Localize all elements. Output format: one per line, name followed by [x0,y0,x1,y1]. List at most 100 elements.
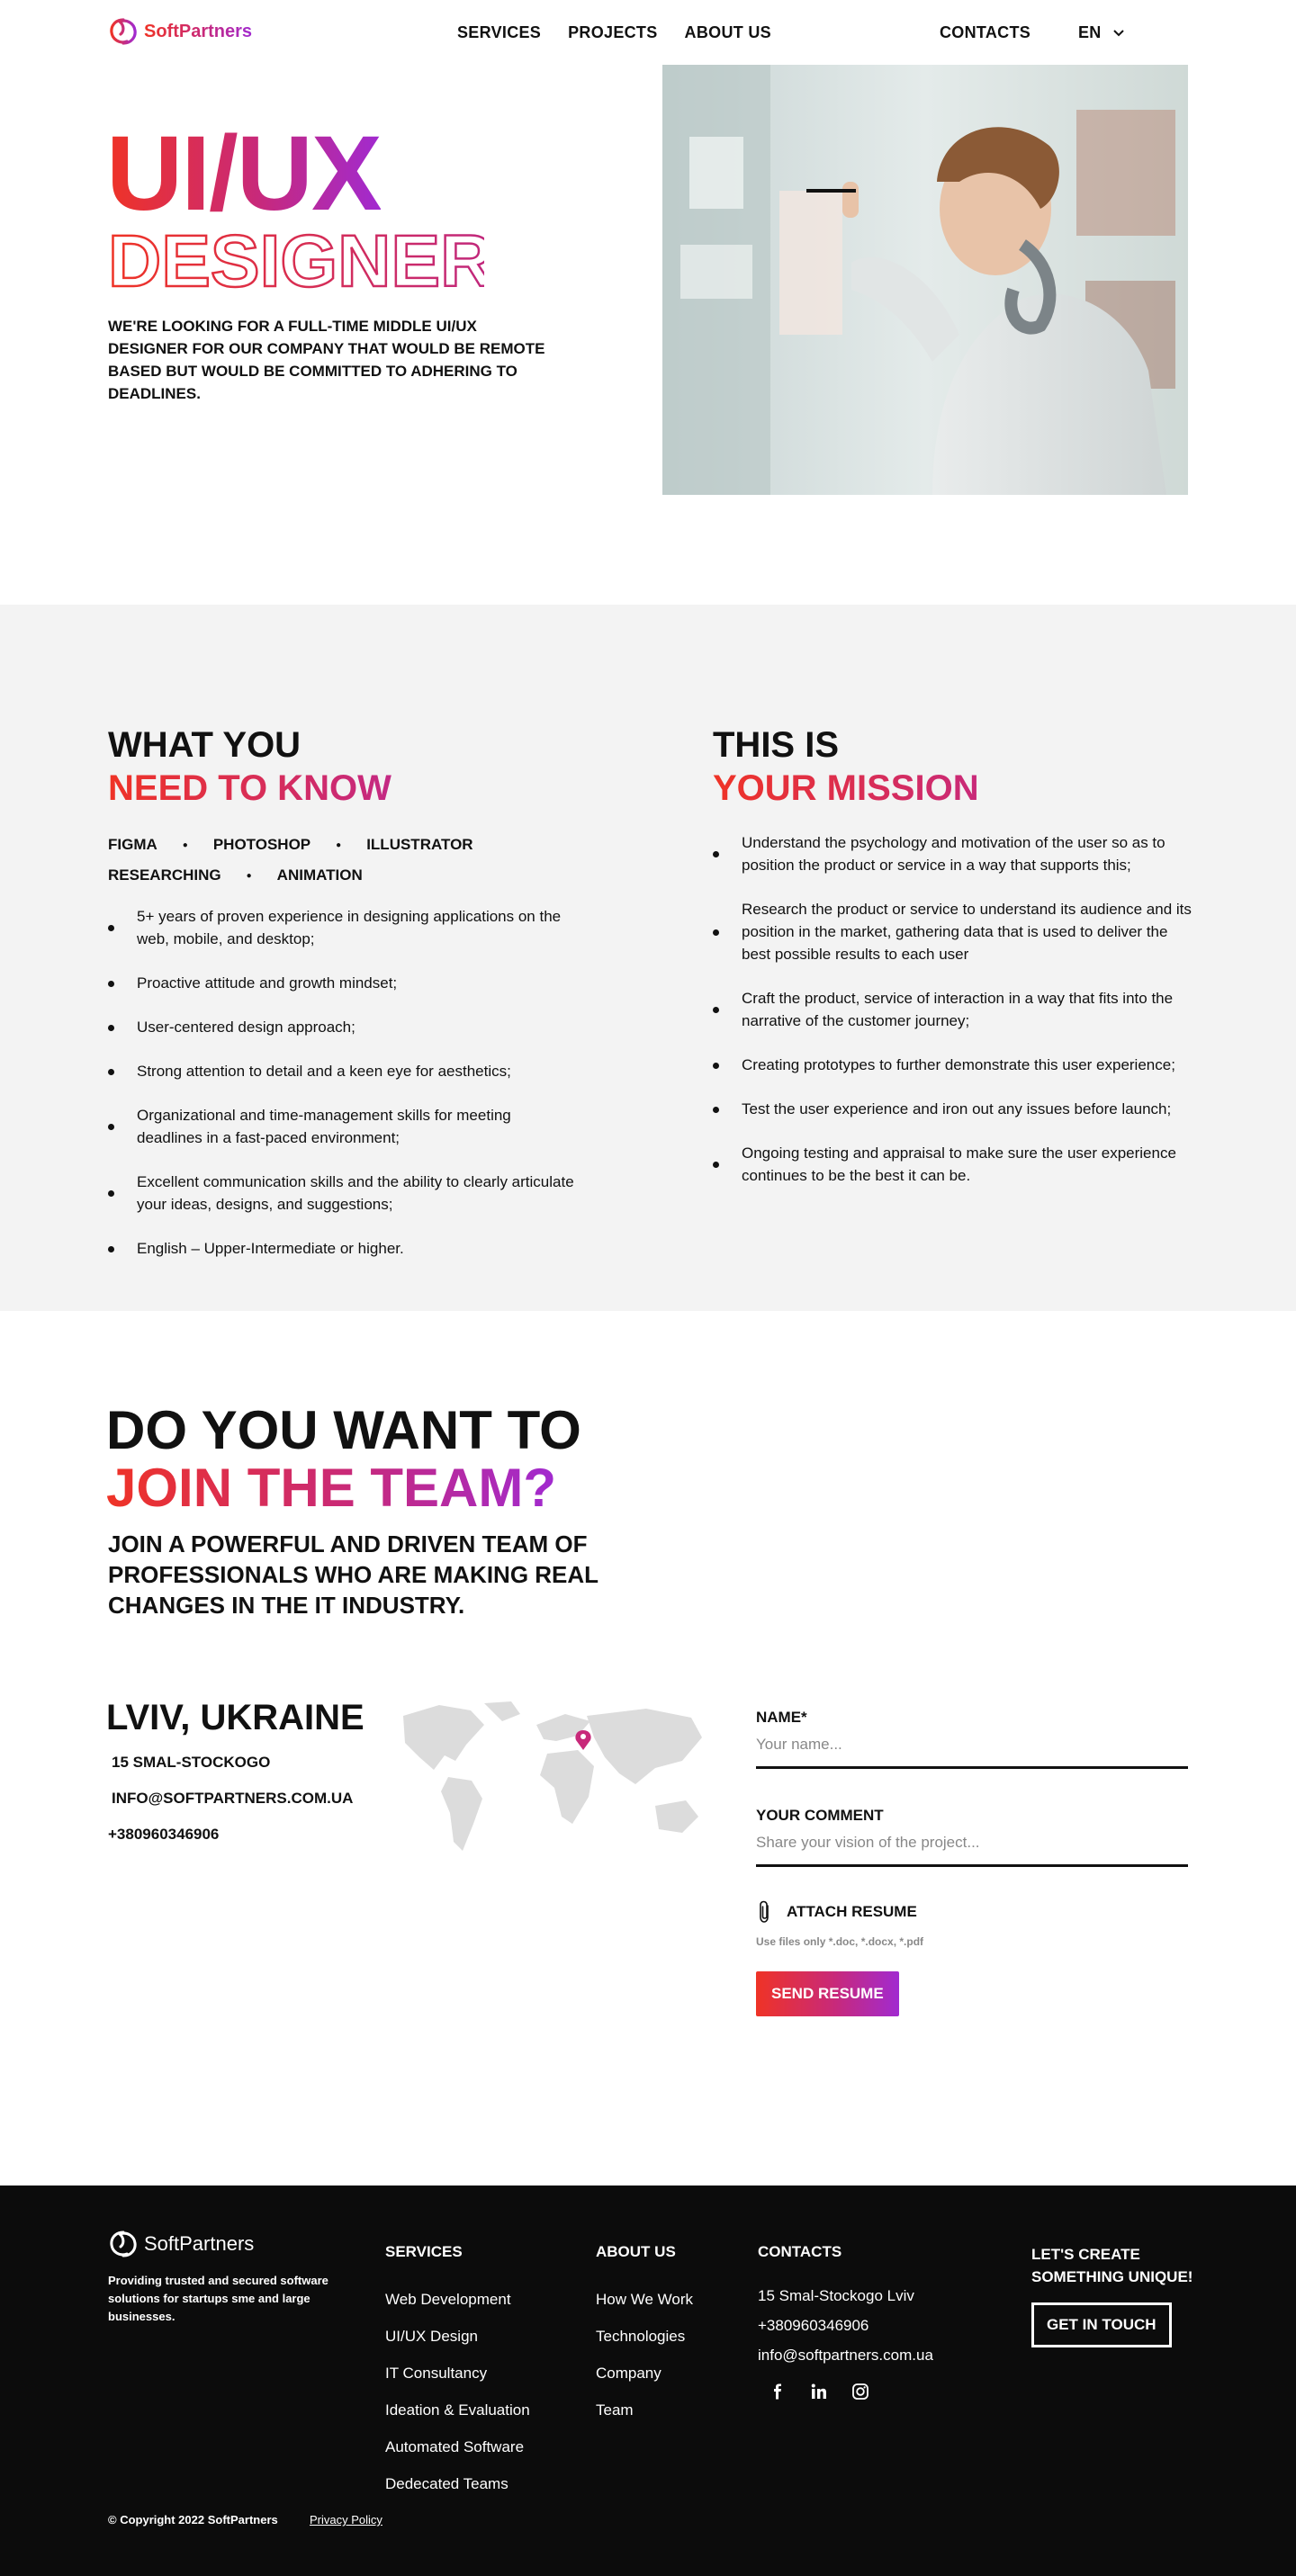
requirements-section: WHAT YOU NEED TO KNOW FIGMA ● PHOTOSHOP ● IL… [0,605,1296,1311]
instagram-icon[interactable] [851,2383,869,2401]
nav-contacts[interactable]: CONTACTS [940,23,1030,42]
footer-logo-text: SoftPartners [144,2232,255,2255]
footer-link[interactable]: Web Development [385,2281,530,2318]
skills-list: FIGMA ● PHOTOSHOP ● ILLUSTRATOR RESEARCHING ●… [108,830,576,891]
footer-address: 15 Smal-Stockogo Lviv [758,2287,914,2304]
office-email[interactable]: INFO@SOFTPARTNERS.COM.UA [112,1790,353,1808]
footer-phone[interactable]: +380960346906 [758,2311,933,2340]
join-title-accent: JOIN THE TEAM? [106,1458,557,1518]
list-item: Research the product or service to under… [713,898,1199,965]
mission-title: THIS IS [713,725,840,765]
skill-tag: ILLUSTRATOR [366,836,473,853]
footer-link[interactable]: Automated Software [385,2428,530,2465]
footer-link[interactable]: Technologies [596,2318,693,2355]
footer-logo-mark-icon [110,2230,137,2257]
site-footer: SoftPartners Providing trusted and secur… [0,2186,1296,2576]
nav-projects[interactable]: PROJECTS [568,23,657,42]
mission-title-accent: YOUR MISSION [713,767,1199,810]
list-item: Understand the psychology and motivation… [713,831,1199,876]
list-item: 5+ years of proven experience in designi… [108,905,576,950]
requirements-list: 5+ years of proven experience in designi… [108,905,576,1260]
world-map [403,1701,702,1851]
attach-resume-button[interactable]: ATTACH RESUME [756,1899,1188,1925]
mission-column: THIS IS YOUR MISSION Understand the psyc… [713,723,1199,1208]
footer-contacts-title: CONTACTS [758,2243,842,2260]
facebook-icon[interactable] [769,2383,787,2401]
footer-link[interactable]: Dedecated Teams [385,2465,530,2502]
join-section: DO YOU WANT TO JOIN THE TEAM? Join a pow… [0,1311,1296,1671]
svg-text:DESIGNER: DESIGNER [108,220,484,295]
main-nav: SERVICES PROJECTS ABOUT US [457,23,771,42]
map-pin-icon [575,1730,591,1750]
logo-mark-icon [110,18,137,45]
social-links [769,2383,933,2401]
get-in-touch-button[interactable]: GET IN TOUCH [1031,2302,1172,2347]
list-item: English – Upper-Intermediate or higher. [108,1237,576,1260]
copyright: © Copyright 2022 SoftPartners [108,2513,278,2527]
file-types-hint: Use files only *.doc, *.docx, *.pdf [756,1935,924,1948]
chevron-down-icon [1112,29,1124,36]
footer-services-title: SERVICES [385,2243,463,2260]
list-item: Strong attention to detail and a keen ey… [108,1060,576,1082]
name-input[interactable] [756,1727,1188,1769]
footer-contacts: CONTACTS 15 Smal-Stockogo Lviv +38096034… [758,2243,933,2401]
resume-form: NAME* YOUR COMMENT ATTACH RESUME Use fil… [756,1709,1188,2016]
skill-tag: ANIMATION [276,866,363,884]
send-resume-button[interactable]: SEND RESUME [756,1971,899,2016]
list-item: Excellent communication skills and the a… [108,1171,576,1216]
hero-section: UI/UX DESIGNER We're looking for a full-… [0,65,1296,605]
skill-tag: FIGMA [108,836,158,853]
logo[interactable]: SoftPartners [108,16,252,47]
requirements-column: WHAT YOU NEED TO KNOW FIGMA ● PHOTOSHOP ● IL… [108,723,576,1281]
join-title: DO YOU WANT TO [106,1400,581,1460]
office-address: 15 SMAL-STOCKOGO [112,1754,271,1771]
language-label: EN [1078,23,1102,41]
list-item: Organizational and time-management skill… [108,1104,576,1149]
office-phone[interactable]: +380960346906 [108,1826,219,1844]
linkedin-icon[interactable] [810,2383,828,2401]
join-subtitle: Join a powerful and driven team of profe… [108,1530,598,1619]
footer-link[interactable]: Ideation & Evaluation [385,2392,530,2428]
site-header: SoftPartners SERVICES PROJECTS ABOUT US … [0,0,1296,65]
list-item: Proactive attitude and growth mindset; [108,972,576,994]
footer-tagline: Providing trusted and secured software s… [108,2274,328,2323]
list-item: User-centered design approach; [108,1016,576,1038]
requirements-title-accent: NEED TO KNOW [108,767,576,810]
hero-description: We're looking for a full-time middle UI/… [108,318,545,402]
comment-input[interactable] [756,1825,1188,1867]
footer-link[interactable]: How We Work [596,2281,693,2318]
office-city: LVIV, UKRAINE [106,1698,364,1737]
footer-logo[interactable]: SoftPartners [108,2229,254,2259]
comment-label: YOUR COMMENT [756,1807,884,1824]
language-selector[interactable]: EN [1078,23,1125,42]
contact-section: LVIV, UKRAINE 15 SMAL-STOCKOGO INFO@SOFT… [0,1671,1296,2186]
list-item: Craft the product, service of interactio… [713,987,1199,1032]
name-label: NAME* [756,1709,807,1726]
list-item: Ongoing testing and appraisal to make su… [713,1142,1199,1187]
footer-link[interactable]: Team [596,2392,693,2428]
list-item: Test the user experience and iron out an… [713,1098,1199,1120]
hero-outline-text: DESIGNER [107,220,484,295]
hero-photo [662,65,1188,495]
designer-photo-image [662,65,1188,495]
nav-services[interactable]: SERVICES [457,23,541,42]
footer-about-title: ABOUT US [596,2243,676,2260]
hero-title: UI/UX [106,114,382,233]
logo-text: SoftPartners [144,21,253,41]
paperclip-icon [760,1900,769,1923]
footer-cta: LET'S CREATE SOMETHING UNIQUE! GET IN TO… [1031,2243,1211,2347]
hero-title-outline: DESIGNER [106,220,484,295]
footer-link[interactable]: Company [596,2355,693,2392]
attach-resume-label: ATTACH RESUME [787,1903,917,1920]
skill-tag: PHOTOSHOP [212,836,311,853]
footer-link[interactable]: IT Consultancy [385,2355,530,2392]
nav-about-us[interactable]: ABOUT US [685,23,771,42]
footer-email[interactable]: info@softpartners.com.ua [758,2340,933,2370]
list-item: Creating prototypes to further demonstra… [713,1054,1199,1076]
requirements-title: WHAT YOU [108,725,302,765]
footer-services: SERVICES Web Development UI/UX Design IT… [385,2243,530,2502]
footer-link[interactable]: UI/UX Design [385,2318,530,2355]
mission-list: Understand the psychology and motivation… [713,831,1199,1187]
footer-cta-title: LET'S CREATE SOMETHING UNIQUE! [1031,2246,1193,2285]
privacy-policy-link[interactable]: Privacy Policy [310,2513,382,2527]
